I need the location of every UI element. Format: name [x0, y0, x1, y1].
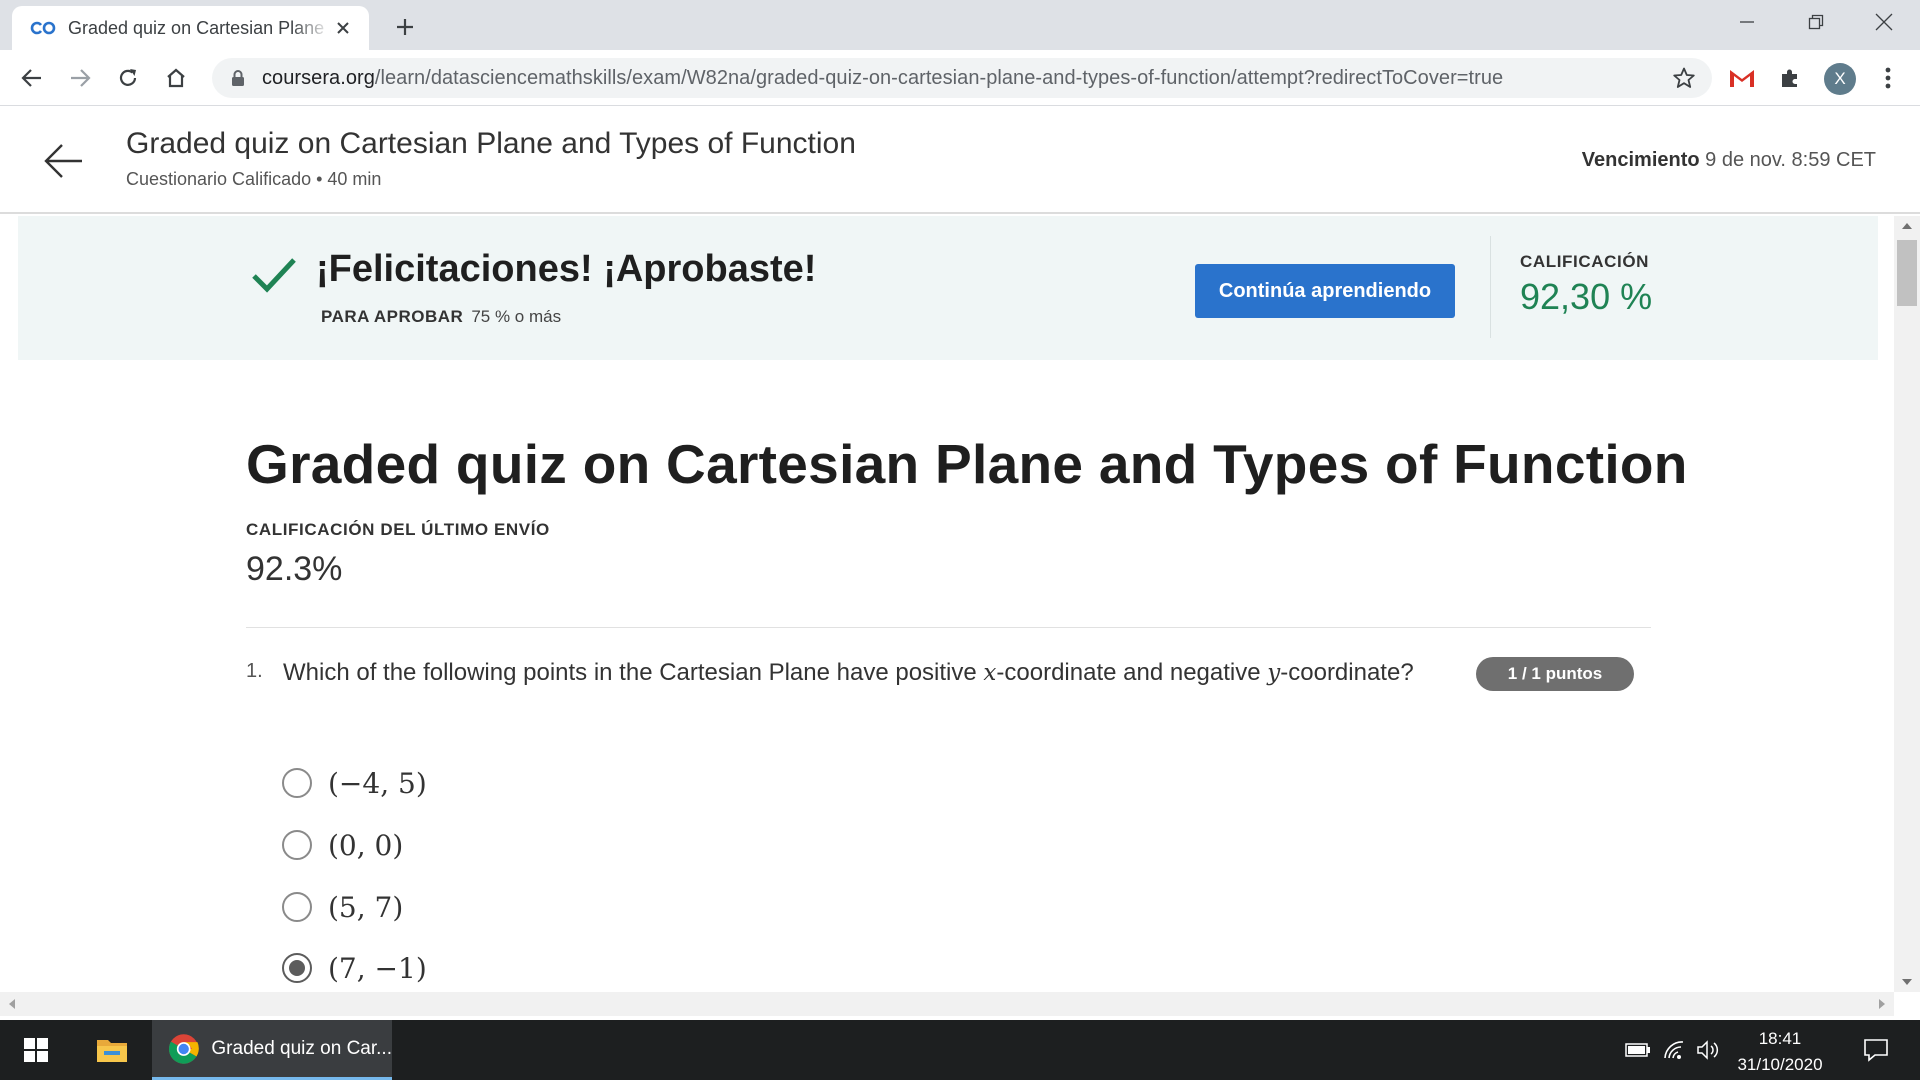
- banner-divider: [1490, 236, 1491, 338]
- quiz-title: Graded quiz on Cartesian Plane and Types…: [246, 433, 1688, 495]
- url-text[interactable]: coursera.org/learn/datasciencemathskills…: [262, 67, 1503, 90]
- result-banner: ¡Felicitaciones! ¡Aprobaste! PARA APROBA…: [18, 216, 1878, 360]
- horizontal-scrollbar[interactable]: [0, 992, 1894, 1016]
- vertical-scroll-thumb[interactable]: [1897, 240, 1917, 306]
- windows-taskbar: Graded quiz on Car... 18:41 31/10/2020: [0, 1020, 1920, 1080]
- browser-tab[interactable]: Graded quiz on Cartesian Plane and Types…: [12, 6, 369, 50]
- profile-avatar[interactable]: X: [1824, 63, 1856, 95]
- question-text-part1: Which of the following points in the Car…: [283, 659, 984, 686]
- forward-icon[interactable]: [66, 64, 94, 92]
- clock-time: 18:41: [1758, 1029, 1802, 1048]
- taskbar-chrome-item[interactable]: Graded quiz on Car...: [152, 1020, 392, 1080]
- y-variable: y: [1267, 660, 1281, 686]
- coursera-favicon-icon: [30, 20, 56, 36]
- due-value: 9 de nov. 8:59 CET: [1705, 149, 1876, 171]
- content-divider: [246, 627, 1651, 628]
- minimize-icon[interactable]: [1713, 0, 1781, 44]
- scroll-down-icon[interactable]: [1902, 978, 1912, 986]
- grade-value: 92,30 %: [1520, 276, 1653, 317]
- taskbar-clock[interactable]: 18:41 31/10/2020: [1720, 1026, 1840, 1078]
- browser-tab-strip: Graded quiz on Cartesian Plane and Types…: [0, 0, 1920, 50]
- close-tab-icon[interactable]: [331, 16, 355, 40]
- lock-icon[interactable]: [230, 69, 246, 87]
- extensions-icon[interactable]: [1774, 62, 1806, 94]
- clock-date: 31/10/2020: [1737, 1055, 1823, 1074]
- x-variable: x: [983, 660, 997, 686]
- tab-title: Graded quiz on Cartesian Plane and Types…: [68, 17, 331, 38]
- back-arrow-icon[interactable]: [42, 139, 86, 183]
- answer-option[interactable]: (0, 0): [282, 825, 403, 865]
- menu-icon[interactable]: [1872, 62, 1904, 94]
- pass-message: ¡Felicitaciones! ¡Aprobaste!: [316, 248, 817, 290]
- radio-selected-dot: [289, 960, 305, 976]
- scroll-up-icon[interactable]: [1902, 222, 1912, 230]
- back-icon[interactable]: [18, 64, 46, 92]
- option-label: (7, −1): [328, 951, 427, 985]
- question-number: 1.: [246, 660, 263, 682]
- gmail-icon[interactable]: [1726, 62, 1758, 94]
- radio-button-selected[interactable]: [282, 953, 312, 983]
- notifications-icon[interactable]: [1852, 1020, 1900, 1080]
- pass-label: PARA APROBAR: [321, 307, 464, 326]
- last-submission-label: CALIFICACIÓN DEL ÚLTIMO ENVÍO: [246, 520, 550, 539]
- due-date: Vencimiento 9 de nov. 8:59 CET: [1582, 149, 1876, 172]
- radio-button[interactable]: [282, 892, 312, 922]
- radio-button[interactable]: [282, 830, 312, 860]
- url-path: /learn/datasciencemathskills/exam/W82na/…: [374, 67, 1504, 89]
- passing-requirement: PARA APROBAR 75 % o más: [321, 307, 561, 327]
- question-text: Which of the following points in the Car…: [283, 659, 1414, 687]
- scroll-right-icon[interactable]: [1878, 999, 1886, 1009]
- grade-label: CALIFICACIÓN: [1520, 252, 1650, 271]
- new-tab-icon[interactable]: [390, 12, 420, 42]
- address-bar[interactable]: coursera.org/learn/datasciencemathskills…: [212, 58, 1712, 98]
- last-submission-grade: 92.3%: [246, 550, 343, 588]
- taskbar-chrome-label: Graded quiz on Car...: [211, 1037, 392, 1059]
- chrome-icon: [168, 1033, 199, 1064]
- header-title: Graded quiz on Cartesian Plane and Types…: [126, 127, 856, 160]
- url-host: coursera.org: [262, 67, 375, 89]
- checkmark-icon: [250, 254, 298, 296]
- restore-icon[interactable]: [1782, 0, 1850, 44]
- window-close-icon[interactable]: [1850, 0, 1918, 44]
- battery-icon[interactable]: [1622, 1020, 1654, 1080]
- quiz-header: Graded quiz on Cartesian Plane and Types…: [0, 107, 1920, 214]
- option-label: (5, 7): [328, 890, 404, 924]
- file-explorer-icon[interactable]: [84, 1020, 140, 1080]
- header-subtitle: Cuestionario Calificado • 40 min: [126, 169, 382, 189]
- browser-toolbar: coursera.org/learn/datasciencemathskills…: [0, 50, 1920, 106]
- points-badge: 1 / 1 puntos: [1476, 657, 1634, 691]
- question-text-part3: -coordinate?: [1280, 659, 1414, 686]
- star-icon[interactable]: [1672, 66, 1696, 90]
- answer-option[interactable]: (−4, 5): [282, 763, 427, 803]
- answer-option-selected[interactable]: (7, −1): [282, 948, 427, 988]
- reload-icon[interactable]: [114, 64, 142, 92]
- vertical-scrollbar[interactable]: [1894, 216, 1920, 992]
- option-label: (0, 0): [328, 828, 404, 862]
- windows-start-icon[interactable]: [10, 1020, 62, 1080]
- scroll-left-icon[interactable]: [8, 999, 16, 1009]
- radio-button[interactable]: [282, 768, 312, 798]
- option-label: (−4, 5): [328, 766, 427, 800]
- due-label: Vencimiento: [1581, 149, 1700, 171]
- home-icon[interactable]: [162, 64, 190, 92]
- question-text-part2: -coordinate and negative: [996, 659, 1268, 686]
- continue-learning-button[interactable]: Continúa aprendiendo: [1195, 264, 1455, 318]
- pass-value: 75 % o más: [471, 307, 562, 326]
- wifi-icon[interactable]: [1658, 1020, 1690, 1080]
- answer-option[interactable]: (5, 7): [282, 887, 403, 927]
